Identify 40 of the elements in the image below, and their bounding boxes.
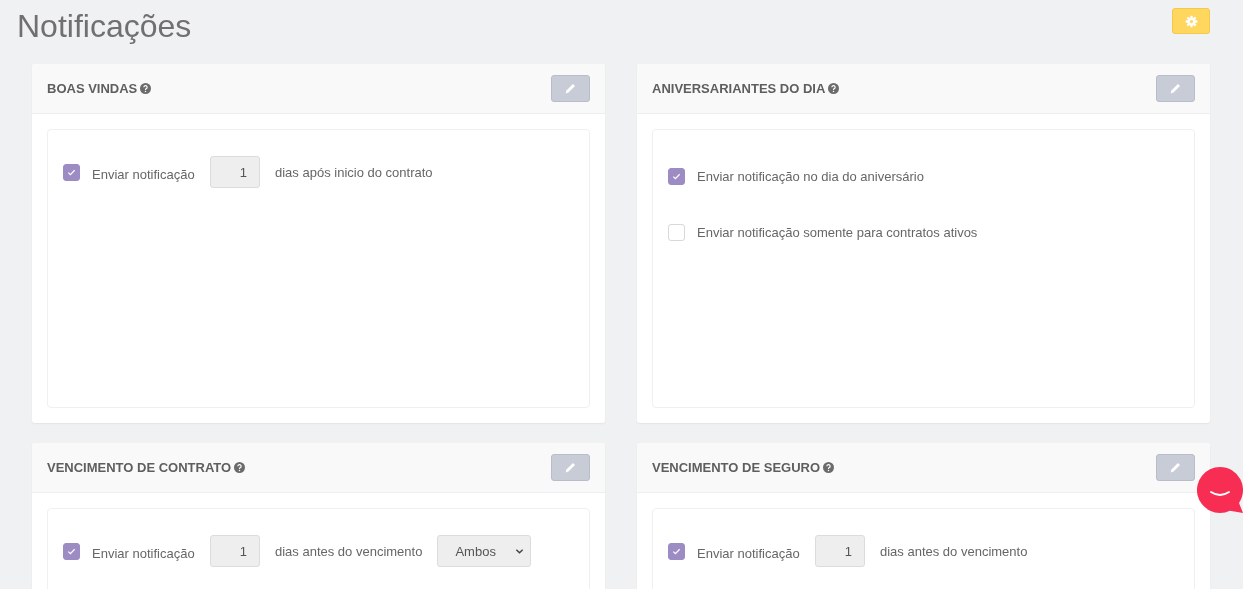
option-label: Enviar notificação: [697, 546, 801, 561]
edit-button[interactable]: [551, 454, 590, 481]
chat-button[interactable]: [1197, 467, 1243, 513]
pencil-icon: [1169, 82, 1182, 95]
checkmark-icon: [672, 171, 681, 181]
card-title: VENCIMENTO DE SEGURO: [652, 460, 821, 475]
days-label: dias antes do vencimento: [275, 543, 423, 559]
help-icon[interactable]: [234, 462, 246, 473]
card-title: ANIVERSARIANTES DO DIA: [652, 81, 826, 96]
checkmark-icon: [67, 167, 76, 177]
type-dropdown[interactable]: Ambos: [437, 535, 532, 567]
days-input[interactable]: 1: [815, 535, 865, 567]
checkbox[interactable]: [63, 542, 80, 560]
checkmark-icon: [672, 546, 681, 556]
checkmark-icon: [67, 546, 76, 556]
edit-button[interactable]: [1156, 454, 1195, 481]
pencil-icon: [564, 82, 577, 95]
option-label: Enviar notificação no dia do aniversário: [697, 168, 924, 184]
checkbox[interactable]: [668, 542, 685, 560]
page-title: Notificações: [17, 7, 192, 45]
option-label: Enviar notificação somente para contratos ativos: [697, 224, 978, 240]
days-label: dias após inicio do contrato: [275, 164, 433, 180]
help-icon[interactable]: [828, 83, 840, 94]
days-input[interactable]: 1: [210, 156, 260, 188]
edit-button[interactable]: [551, 75, 590, 102]
help-icon[interactable]: [823, 462, 835, 473]
edit-button[interactable]: [1156, 75, 1195, 102]
card-title: VENCIMENTO DE CONTRATO: [47, 460, 232, 475]
option-label: Enviar notificação: [92, 167, 196, 182]
checkbox[interactable]: [63, 163, 80, 181]
option-label: Enviar notificação: [92, 546, 196, 561]
help-icon[interactable]: [140, 83, 152, 94]
checkbox[interactable]: [668, 167, 685, 185]
days-label: dias antes do vencimento: [880, 543, 1028, 559]
card-title: BOAS VINDAS: [47, 81, 138, 96]
settings-icon: [1184, 14, 1198, 28]
settings-button[interactable]: [1172, 8, 1210, 34]
days-input[interactable]: 1: [210, 535, 260, 567]
pencil-icon: [1169, 461, 1182, 474]
pencil-icon: [564, 461, 577, 474]
